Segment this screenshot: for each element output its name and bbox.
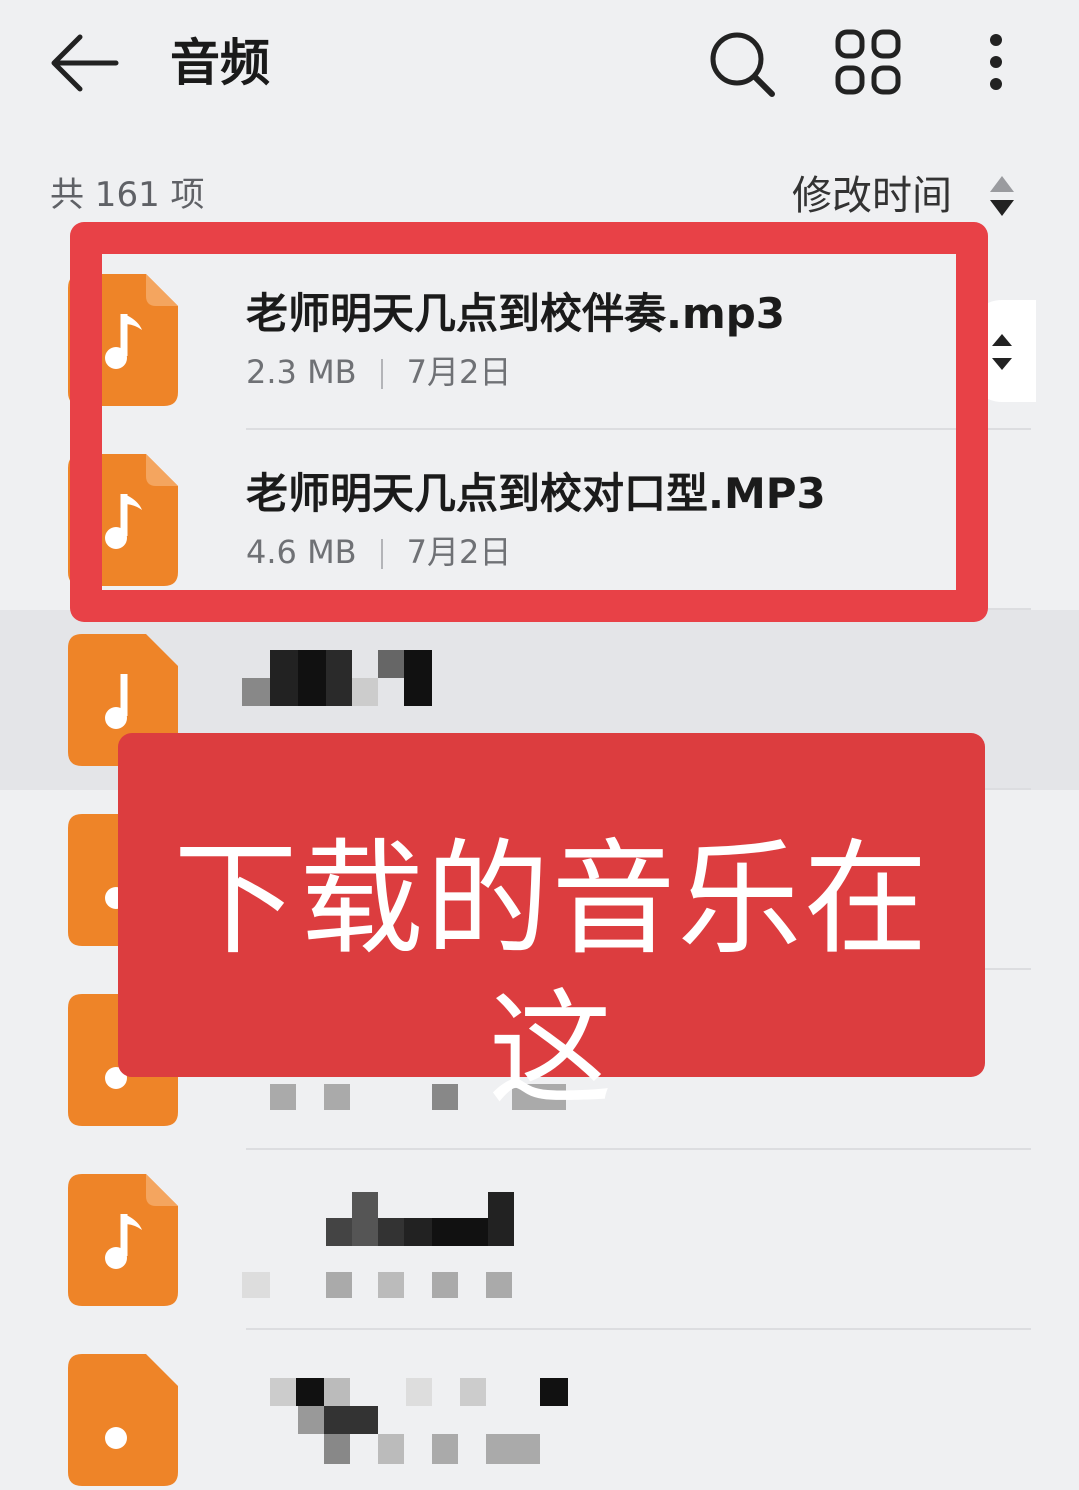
search-icon	[710, 32, 775, 97]
back-button[interactable]	[46, 30, 122, 96]
pixelated-file-name	[242, 650, 432, 706]
fast-scroll-handle[interactable]	[968, 300, 1036, 402]
file-meta: 2.3 MB 7月2日	[246, 350, 511, 394]
more-vertical-icon	[990, 34, 1002, 90]
top-bar: 音频	[0, 0, 1079, 130]
list-item-obscured[interactable]	[0, 1150, 1079, 1330]
list-item[interactable]: 老师明天几点到校伴奏.mp3 2.3 MB 7月2日	[0, 250, 1079, 430]
file-date: 7月2日	[406, 533, 512, 571]
pixelated-file-name	[298, 1192, 514, 1246]
file-size: 2.3 MB	[246, 353, 357, 391]
page-title: 音频	[170, 34, 270, 92]
scroll-arrows-icon	[992, 334, 1012, 370]
music-file-icon	[68, 1174, 188, 1306]
annotation-banner: 下载的音乐在这	[118, 733, 985, 1122]
list-item-obscured[interactable]	[0, 1330, 1079, 1486]
item-count: 共 161 项	[50, 175, 205, 215]
search-button[interactable]	[706, 28, 778, 100]
file-name: 老师明天几点到校对口型.MP3	[246, 469, 826, 518]
meta-separator	[380, 359, 383, 389]
pixelated-file-name	[270, 1378, 570, 1464]
sort-button[interactable]: 修改时间	[792, 168, 952, 224]
music-file-icon	[68, 274, 188, 406]
file-meta: 4.6 MB 7月2日	[246, 530, 511, 574]
music-file-icon	[68, 454, 188, 586]
file-size: 4.6 MB	[246, 533, 357, 571]
meta-separator	[380, 539, 383, 569]
sort-toggle-icon[interactable]	[982, 170, 1022, 222]
music-file-icon	[68, 1354, 188, 1486]
more-options-button[interactable]	[960, 28, 1032, 100]
pixelated-file-meta	[242, 1272, 522, 1298]
grid-view-icon	[835, 29, 901, 95]
arrow-left-icon	[51, 34, 119, 92]
grid-view-button[interactable]	[832, 28, 904, 100]
annotation-banner-text: 下载的音乐在这	[173, 828, 930, 1122]
file-name: 老师明天几点到校伴奏.mp3	[246, 289, 786, 338]
file-date: 7月2日	[406, 353, 512, 391]
list-item[interactable]: 老师明天几点到校对口型.MP3 4.6 MB 7月2日	[0, 430, 1079, 610]
